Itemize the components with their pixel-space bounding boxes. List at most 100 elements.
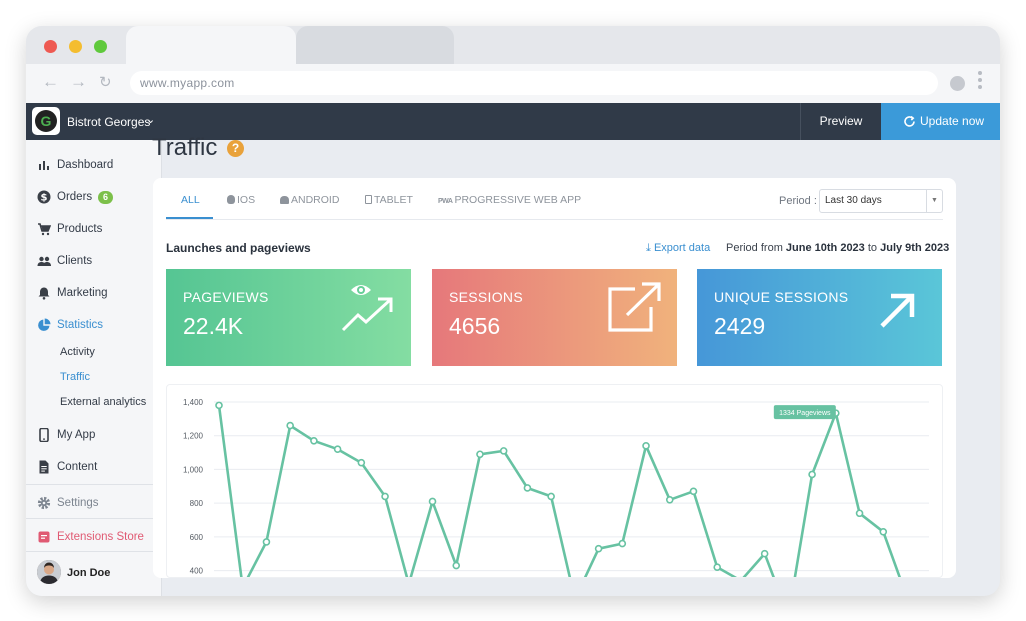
data-point[interactable] <box>428 497 437 506</box>
chevron-down-icon[interactable]: ⌄ <box>146 113 155 126</box>
tab-label: TABLET <box>374 194 413 206</box>
sidebar-label: Clients <box>57 255 93 267</box>
tab-label: IOS <box>237 194 256 206</box>
period-select[interactable]: Last 30 days ▼ <box>819 189 943 213</box>
orders-count-badge: 6 <box>98 191 113 204</box>
sidebar-item-marketing[interactable]: Marketing <box>26 282 162 306</box>
sidebar-item-orders[interactable]: $ Orders 6 <box>26 186 162 210</box>
profile-icon[interactable] <box>950 76 965 91</box>
data-point[interactable] <box>547 492 555 501</box>
sidebar-divider <box>26 518 162 519</box>
sidebar-label: Settings <box>57 497 99 509</box>
unique-sessions-card: UNIQUE SESSIONS 2429 <box>697 269 942 366</box>
caret-down-icon: ▼ <box>926 190 942 212</box>
chart-tooltip: 1334 Pageviews <box>773 405 836 420</box>
users-icon <box>37 256 51 266</box>
browser-tab-inactive[interactable] <box>296 26 454 64</box>
data-point[interactable] <box>452 561 461 570</box>
tab-tablet[interactable]: TABLET <box>365 194 413 206</box>
data-point[interactable] <box>215 401 223 410</box>
kebab-menu-icon[interactable] <box>978 71 982 92</box>
update-now-button[interactable]: Update now <box>881 103 1000 140</box>
arrow-up-right-icon <box>880 293 915 328</box>
phone-icon <box>39 428 49 442</box>
export-data-link[interactable]: ⤓ Export data <box>646 242 710 255</box>
data-point[interactable] <box>310 436 318 445</box>
data-point[interactable] <box>689 487 698 496</box>
sidebar-divider <box>26 551 162 552</box>
sidebar: Dashboard $ Orders 6 Products Clients Ma… <box>26 140 162 596</box>
document-icon <box>39 460 49 474</box>
sidebar-subitem-external-analytics[interactable]: External analytics <box>60 396 146 408</box>
sidebar-item-extensions-store[interactable]: Extensions Store <box>26 526 162 550</box>
sidebar-label: My App <box>57 429 96 441</box>
pie-chart-icon <box>38 318 51 331</box>
pageviews-card: PAGEVIEWS 22.4K <box>166 269 411 366</box>
data-point[interactable] <box>357 458 366 467</box>
page-title: Traffic <box>152 134 218 161</box>
period-range-start: June 10th 2023 <box>785 242 865 254</box>
sidebar-item-settings[interactable]: Settings <box>26 492 162 516</box>
data-point[interactable] <box>665 495 674 504</box>
avatar[interactable] <box>37 560 61 584</box>
data-point[interactable] <box>381 492 389 501</box>
tab-progressive-web-app[interactable]: PWA PROGRESSIVE WEB APP <box>438 194 581 206</box>
y-tick-label: 600 <box>190 533 204 542</box>
help-icon[interactable]: ? <box>227 140 244 157</box>
stat-value: 4656 <box>449 313 501 339</box>
sidebar-item-my-app[interactable]: My App <box>26 424 162 448</box>
period-range-end: July 9th 2023 <box>880 242 950 254</box>
data-point[interactable] <box>476 450 484 459</box>
svg-text:$: $ <box>41 193 48 204</box>
data-point[interactable] <box>523 484 532 492</box>
tab-label: ALL <box>181 194 200 206</box>
data-point[interactable] <box>618 539 627 548</box>
data-point[interactable] <box>879 528 888 536</box>
tab-label: ANDROID <box>291 194 340 206</box>
stat-label: UNIQUE SESSIONS <box>714 289 849 305</box>
sidebar-item-statistics[interactable]: Statistics <box>26 314 162 338</box>
forward-arrow-icon[interactable]: → <box>70 72 87 92</box>
back-arrow-icon[interactable]: ← <box>42 72 59 92</box>
user-name[interactable]: Jon Doe <box>67 567 110 579</box>
data-point[interactable] <box>760 549 769 558</box>
tab-android[interactable]: ANDROID <box>280 194 339 206</box>
android-icon <box>280 196 289 204</box>
sidebar-subitem-activity[interactable]: Activity <box>60 346 95 358</box>
close-window-dot[interactable] <box>44 40 57 53</box>
series-line <box>217 405 901 577</box>
data-point[interactable] <box>808 470 816 479</box>
logo-letter: G <box>35 110 57 132</box>
data-point[interactable] <box>333 445 342 453</box>
data-point[interactable] <box>286 421 294 430</box>
data-point[interactable] <box>499 447 508 455</box>
brand-selector[interactable]: Bistrot Georges <box>67 115 150 129</box>
data-point[interactable] <box>713 563 722 571</box>
data-point[interactable] <box>642 442 650 450</box>
sidebar-item-products[interactable]: Products <box>26 218 162 242</box>
tab-ios[interactable]: IOS <box>227 194 255 206</box>
y-tick-label: 1,000 <box>183 465 204 474</box>
minimize-window-dot[interactable] <box>69 40 82 53</box>
browser-tab-active[interactable] <box>126 26 296 64</box>
tab-all[interactable]: ALL <box>181 194 200 206</box>
sidebar-item-clients[interactable]: Clients <box>26 250 162 274</box>
url-input[interactable]: www.myapp.com <box>130 71 938 95</box>
pwa-icon: PWA <box>438 198 453 205</box>
period-range: Period from June 10th 2023 to July 9th 2… <box>726 242 949 254</box>
maximize-window-dot[interactable] <box>94 40 107 53</box>
data-point[interactable] <box>594 544 603 553</box>
extension-icon <box>38 531 50 543</box>
bar-chart-icon <box>39 161 49 170</box>
sidebar-item-content[interactable]: Content <box>26 456 162 480</box>
preview-button[interactable]: Preview <box>800 103 881 140</box>
data-point[interactable] <box>855 509 864 518</box>
sidebar-label: Statistics <box>57 319 104 331</box>
eye-trend-icon <box>341 285 393 332</box>
line-chart-svg: 1,4001,2001,0008006004002001334 Pageview… <box>183 398 929 577</box>
data-point[interactable] <box>262 538 271 546</box>
sidebar-subitem-traffic[interactable]: Traffic <box>60 371 90 383</box>
reload-icon[interactable]: ↻ <box>99 73 112 91</box>
sidebar-item-dashboard[interactable]: Dashboard <box>26 154 162 178</box>
bell-icon <box>38 287 50 300</box>
